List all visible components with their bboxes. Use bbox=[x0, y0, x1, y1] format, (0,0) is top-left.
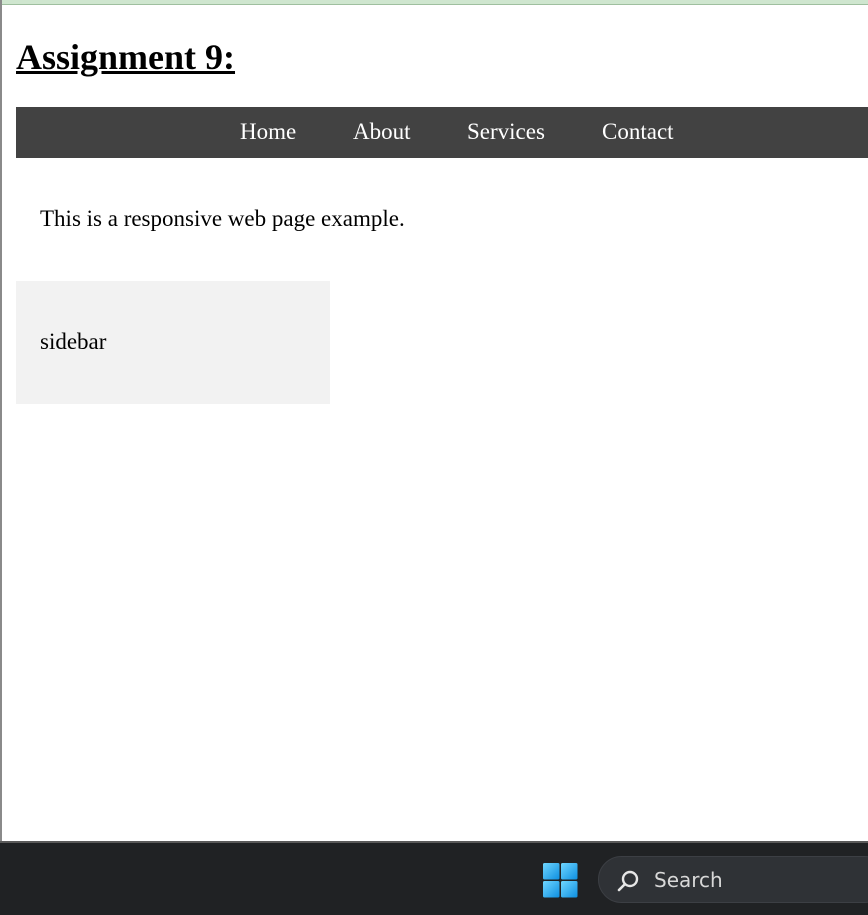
taskbar: Search bbox=[0, 843, 868, 915]
nav-link-services[interactable]: Services bbox=[467, 118, 545, 146]
taskbar-search-box[interactable]: Search bbox=[598, 856, 868, 903]
nav-link-contact[interactable]: Contact bbox=[602, 118, 674, 146]
window-top-edge bbox=[2, 0, 868, 5]
nav-link-about[interactable]: About bbox=[353, 118, 411, 146]
sidebar: sidebar bbox=[16, 281, 330, 404]
start-button[interactable] bbox=[536, 856, 584, 904]
nav-link-home[interactable]: Home bbox=[240, 118, 296, 146]
page-title: Assignment 9: bbox=[16, 37, 236, 77]
main-content-text: This is a responsive web page example. bbox=[40, 206, 405, 231]
windows-logo-icon bbox=[543, 863, 578, 898]
sidebar-label: sidebar bbox=[40, 329, 107, 354]
search-placeholder-text: Search bbox=[654, 868, 723, 892]
navigation-bar: Home About Services Contact bbox=[16, 107, 868, 158]
search-icon bbox=[617, 870, 639, 892]
browser-viewport: Assignment 9: Home About Services Contac… bbox=[0, 0, 868, 842]
